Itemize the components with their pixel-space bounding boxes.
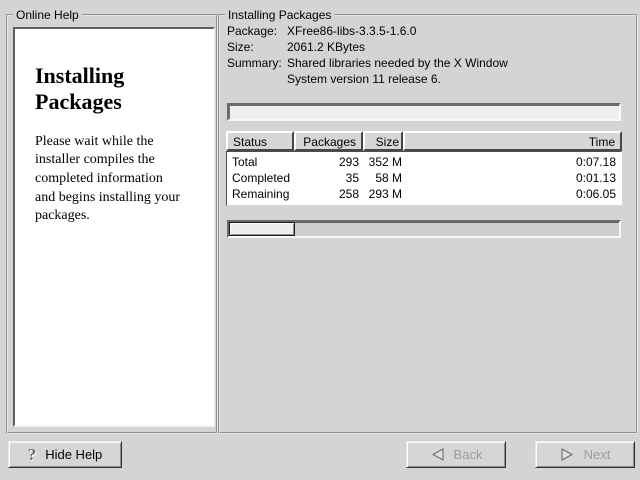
total-progress-fill	[229, 222, 295, 236]
package-name-row: Package: XFree86-libs-3.3.5-1.6.0	[227, 23, 617, 39]
cell-size: 293 M	[364, 186, 404, 202]
column-header-time[interactable]: Time	[403, 131, 622, 151]
back-arrow-icon	[430, 448, 445, 461]
status-table: Status Packages Size Time Total 293 352 …	[226, 131, 622, 206]
cell-packages: 258	[295, 186, 364, 202]
question-mark-icon: ?	[28, 446, 37, 463]
hide-help-button-label: Hide Help	[45, 448, 102, 461]
table-row-completed: Completed 35 58 M 0:01.13	[227, 170, 621, 186]
next-arrow-icon	[560, 448, 575, 461]
installer-window: Online Help Installing Packages Please w…	[0, 0, 640, 480]
column-header-size[interactable]: Size	[363, 131, 403, 151]
help-content-panel: Installing Packages Please wait while th…	[13, 27, 215, 427]
size-value: 2061.2 KBytes	[287, 39, 365, 55]
cell-time: 0:07.18	[404, 154, 621, 170]
installing-packages-frame-label: Installing Packages	[225, 8, 334, 22]
cell-time: 0:06.05	[404, 186, 621, 202]
online-help-frame-label: Online Help	[13, 8, 82, 22]
help-body-text: Please wait while the installer compiles…	[35, 133, 199, 226]
next-button-label: Next	[584, 448, 611, 461]
cell-status: Remaining	[227, 186, 295, 202]
status-table-body: Total 293 352 M 0:07.18 Completed 35 58 …	[226, 151, 622, 206]
package-summary-row: Summary: Shared libraries needed by the …	[227, 55, 617, 87]
package-size-row: Size: 2061.2 KBytes	[227, 39, 617, 55]
status-table-header: Status Packages Size Time	[226, 131, 622, 151]
cell-size: 58 M	[364, 170, 404, 186]
cell-packages: 35	[295, 170, 364, 186]
total-progress-bar	[227, 220, 621, 238]
cell-packages: 293	[295, 154, 364, 170]
cell-status: Total	[227, 154, 295, 170]
hide-help-button[interactable]: ? Hide Help	[8, 441, 122, 468]
cell-status: Completed	[227, 170, 295, 186]
column-header-status[interactable]: Status	[226, 131, 294, 151]
next-button[interactable]: Next	[535, 441, 635, 468]
cell-time: 0:01.13	[404, 170, 621, 186]
package-label: Package:	[227, 23, 287, 39]
column-header-packages[interactable]: Packages	[294, 131, 363, 151]
table-row-remaining: Remaining 258 293 M 0:06.05	[227, 186, 621, 202]
table-row-total: Total 293 352 M 0:07.18	[227, 154, 621, 170]
summary-label: Summary:	[227, 55, 287, 87]
back-button-label: Back	[454, 448, 483, 461]
cell-size: 352 M	[364, 154, 404, 170]
package-info: Package: XFree86-libs-3.3.5-1.6.0 Size: …	[227, 23, 617, 87]
summary-value: Shared libraries needed by the X Window …	[287, 55, 508, 87]
package-progress-bar	[227, 103, 621, 121]
help-title: Installing Packages	[35, 63, 213, 116]
package-value: XFree86-libs-3.3.5-1.6.0	[287, 23, 416, 39]
size-label: Size:	[227, 39, 287, 55]
back-button[interactable]: Back	[406, 441, 506, 468]
